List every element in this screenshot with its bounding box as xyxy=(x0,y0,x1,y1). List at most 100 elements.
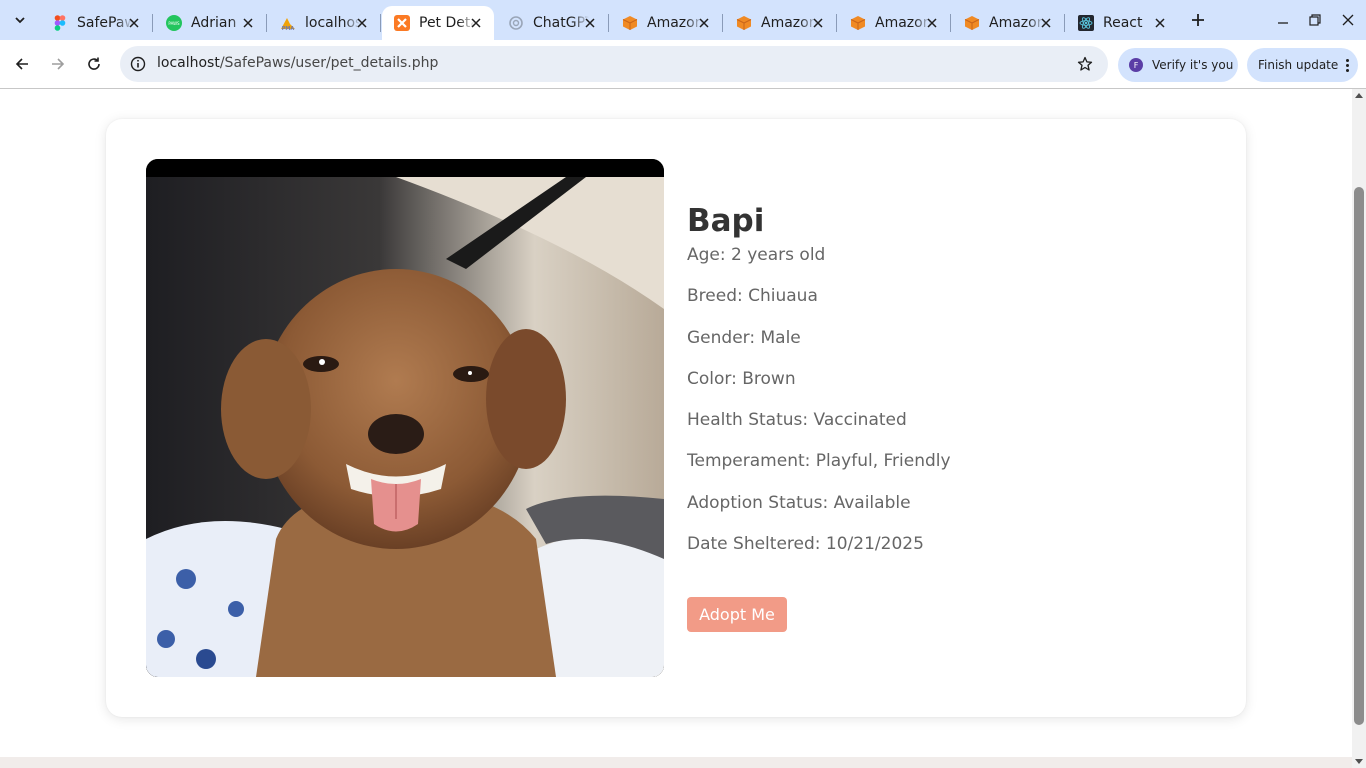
chatgpt-icon xyxy=(508,15,524,31)
phpmyadmin-icon: PMA xyxy=(280,15,296,31)
tab-separator xyxy=(608,14,609,32)
window-close-icon[interactable] xyxy=(1338,10,1358,30)
attr-label: Health Status: xyxy=(687,410,809,431)
tab-title: Adrian xyxy=(191,15,237,31)
tab-separator xyxy=(1064,14,1065,32)
pet-gender: Gender: Male xyxy=(687,328,951,369)
tab-amazon-1[interactable]: Amazon xyxy=(610,6,723,40)
amazon-box-icon xyxy=(622,15,638,31)
pet-name: Bapi xyxy=(687,203,765,239)
tab-separator xyxy=(722,14,723,32)
scrollbar-thumb[interactable] xyxy=(1354,187,1364,725)
attr-label: Color: xyxy=(687,368,737,389)
figma-icon xyxy=(52,15,68,31)
close-icon[interactable] xyxy=(696,15,712,31)
restore-icon[interactable] xyxy=(1305,10,1325,30)
tab-title: Amazon xyxy=(875,15,931,31)
tab-title: Amazon xyxy=(989,15,1045,31)
amazon-box-icon xyxy=(964,15,980,31)
tab-separator xyxy=(266,14,267,32)
close-icon[interactable] xyxy=(468,15,484,31)
url-host: localhost xyxy=(157,55,220,71)
page-viewport: Bapi Age: 2 years old Breed: Chiuaua Gen… xyxy=(0,89,1352,768)
close-icon[interactable] xyxy=(810,15,826,31)
new-tab-plus-icon[interactable] xyxy=(1187,9,1209,31)
attr-label: Temperament: xyxy=(687,451,811,472)
minimize-icon[interactable] xyxy=(1273,10,1293,30)
scroll-down-arrow-icon[interactable] xyxy=(1355,759,1363,764)
attr-value: Chiuaua xyxy=(748,286,818,307)
finish-update-label: Finish update xyxy=(1258,58,1339,72)
amazon-box-icon xyxy=(850,15,866,31)
close-icon[interactable] xyxy=(354,15,370,31)
pet-color: Color: Brown xyxy=(687,369,951,410)
tab-amazon-4[interactable]: Amazon xyxy=(952,6,1065,40)
verify-identity-button[interactable]: F Verify it's you xyxy=(1118,48,1238,82)
xampp-icon xyxy=(394,15,410,31)
attr-label: Adoption Status: xyxy=(687,492,829,513)
pet-adoption-status: Adoption Status: Available xyxy=(687,493,951,534)
attr-label: Age: xyxy=(687,245,726,265)
bookmark-star-icon[interactable] xyxy=(1076,55,1094,73)
tab-pet-details[interactable]: Pet Details xyxy=(382,6,494,40)
svg-text:PAWS: PAWS xyxy=(168,21,180,26)
adopt-me-button[interactable]: Adopt Me xyxy=(687,597,787,632)
url-text[interactable]: localhost/SafePaws/user/pet_details.php xyxy=(157,55,438,71)
profile-avatar: F xyxy=(1129,58,1143,72)
attr-label: Breed: xyxy=(687,286,743,307)
close-icon[interactable] xyxy=(126,15,142,31)
pet-details-card: Bapi Age: 2 years old Breed: Chiuaua Gen… xyxy=(106,119,1246,717)
pet-health-status: Health Status: Vaccinated xyxy=(687,410,951,451)
tab-amazon-2[interactable]: Amazon xyxy=(724,6,837,40)
browser-toolbar: localhost/SafePaws/user/pet_details.php … xyxy=(0,40,1366,88)
tab-search-chevron-icon[interactable] xyxy=(6,7,34,33)
attr-value: 2 years old xyxy=(731,245,826,265)
pet-age: Age: 2 years old xyxy=(687,245,951,286)
more-menu-icon[interactable] xyxy=(1346,58,1350,72)
tab-title: ChatGPT xyxy=(533,15,589,31)
pet-photo xyxy=(146,159,664,677)
attr-value: Brown xyxy=(742,368,796,389)
finish-update-button[interactable]: Finish update xyxy=(1247,48,1358,82)
attr-value: 10/21/2025 xyxy=(825,534,924,555)
attr-value: Available xyxy=(833,492,911,513)
tab-title: localhost xyxy=(305,15,361,31)
forward-arrow-icon[interactable] xyxy=(44,50,72,78)
tab-strip: SafePaws PAWS Adrian PMA localhost Pet D… xyxy=(0,0,1366,40)
reload-icon[interactable] xyxy=(80,50,108,78)
tab-separator xyxy=(152,14,153,32)
close-icon[interactable] xyxy=(1038,15,1054,31)
tab-amazon-3[interactable]: Amazon xyxy=(838,6,951,40)
svg-text:PMA: PMA xyxy=(282,26,295,31)
tab-title: SafePaws xyxy=(77,15,133,31)
close-icon[interactable] xyxy=(582,15,598,31)
react-icon xyxy=(1078,15,1094,31)
pet-date-sheltered: Date Sheltered: 10/21/2025 xyxy=(687,534,951,575)
tab-adrian[interactable]: PAWS Adrian xyxy=(154,6,267,40)
tab-react[interactable]: React xyxy=(1066,6,1178,40)
close-icon[interactable] xyxy=(1152,15,1168,31)
page-scrollbar[interactable] xyxy=(1352,89,1366,768)
page-footer-strip xyxy=(0,757,1352,768)
site-info-icon[interactable] xyxy=(129,55,147,73)
close-icon[interactable] xyxy=(924,15,940,31)
close-icon[interactable] xyxy=(240,15,256,31)
tab-separator xyxy=(836,14,837,32)
scroll-up-arrow-icon[interactable] xyxy=(1355,93,1363,98)
attr-label: Gender: xyxy=(687,327,756,348)
dog-photo-icon xyxy=(146,159,664,677)
tab-title: Pet Details xyxy=(419,15,475,31)
url-path: /SafePaws/user/pet_details.php xyxy=(219,55,439,71)
attr-value: Male xyxy=(760,327,801,348)
back-arrow-icon[interactable] xyxy=(8,50,36,78)
tab-localhost[interactable]: PMA localhost xyxy=(268,6,381,40)
amazon-box-icon xyxy=(736,15,752,31)
verify-label: Verify it's you xyxy=(1152,58,1234,72)
attr-value: Vaccinated xyxy=(813,410,907,431)
attr-value: Playful, Friendly xyxy=(815,451,951,472)
address-bar[interactable]: localhost/SafePaws/user/pet_details.php xyxy=(120,46,1108,82)
tab-safepaws[interactable]: SafePaws xyxy=(40,6,153,40)
tab-chatgpt[interactable]: ChatGPT xyxy=(496,6,609,40)
pet-temperament: Temperament: Playful, Friendly xyxy=(687,451,951,492)
paws-icon: PAWS xyxy=(166,15,182,31)
